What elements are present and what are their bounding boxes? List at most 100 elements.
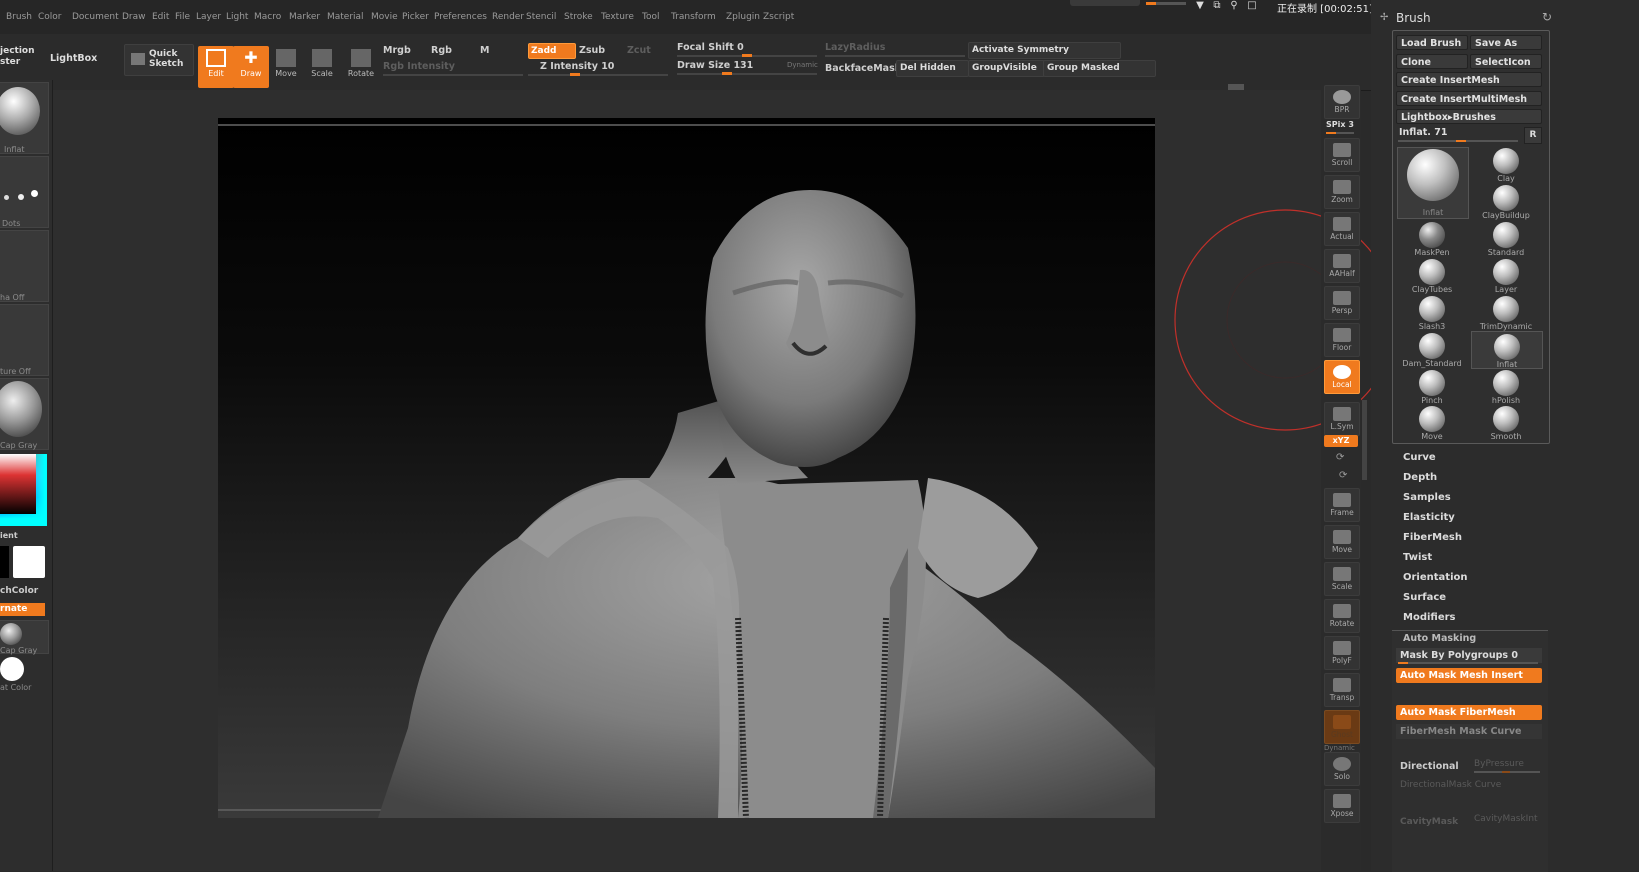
select-icon-button[interactable]: SelectIcon [1470, 54, 1542, 69]
mrgb-button[interactable]: Mrgb [383, 45, 411, 56]
menu-stroke[interactable]: Stroke [564, 12, 593, 22]
clone-button[interactable]: Clone [1396, 54, 1468, 69]
brush-palette-title[interactable]: Brush [1396, 11, 1431, 25]
dynamic-toggle[interactable]: Dynamic [787, 61, 818, 69]
region-icon[interactable]: □ [1246, 0, 1258, 11]
material-thumbnail[interactable] [0, 378, 49, 450]
brush-dam-standard[interactable]: Dam_Standard [1397, 331, 1467, 368]
rotate-button[interactable]: Rotate [343, 46, 379, 88]
create-insertmultimesh-button[interactable]: Create InsertMultiMesh [1396, 91, 1542, 106]
group-masked-button[interactable]: Group Masked [1043, 60, 1156, 77]
current-brush-thumbnail[interactable]: Inflat [1397, 147, 1469, 219]
frame-button[interactable]: Frame [1324, 488, 1360, 522]
lsym-button[interactable]: L.Sym [1324, 402, 1360, 436]
activate-symmetry-button[interactable]: Activate Symmetry [968, 42, 1121, 59]
brush-move[interactable]: Move [1397, 404, 1467, 441]
secondary-color-swatch[interactable] [0, 546, 9, 578]
pin-icon[interactable]: ✢ [1380, 12, 1388, 23]
create-insertmesh-button[interactable]: Create InsertMesh [1396, 72, 1542, 87]
menu-zplugin[interactable]: Zplugin [726, 12, 760, 22]
backface-mask-button[interactable]: BackfaceMask [825, 63, 901, 74]
z-intensity-knob[interactable] [570, 73, 580, 76]
section-orientation[interactable]: Orientation [1403, 572, 1468, 583]
zadd-button[interactable]: Zadd [528, 43, 576, 59]
dropdown-arrow-icon[interactable]: ▼ [1194, 0, 1206, 11]
rgb-intensity-track[interactable] [383, 74, 523, 76]
directional-mask-curve-button[interactable]: DirectionalMask Curve [1400, 780, 1501, 790]
section-samples[interactable]: Samples [1403, 492, 1451, 503]
menu-render[interactable]: Render [492, 12, 524, 22]
brush-inflat[interactable]: Inflat [1471, 331, 1543, 369]
focal-shift-knob[interactable] [742, 54, 752, 57]
draw-size-knob[interactable] [722, 72, 732, 75]
move-view-button[interactable]: Move [1324, 525, 1360, 559]
fibermesh-mask-curve-button[interactable]: FiberMesh Mask Curve [1396, 724, 1542, 739]
color-picker[interactable] [0, 454, 47, 526]
tray-divider[interactable] [1362, 400, 1367, 480]
transp-button[interactable]: Transp [1324, 673, 1360, 707]
xyz-button[interactable]: xYZ [1324, 435, 1358, 447]
rotate-axis-icon-2[interactable]: ⟳ [1339, 470, 1347, 481]
menu-stencil[interactable]: Stencil [526, 12, 556, 22]
cavity-mask-int-slider[interactable]: CavityMaskInt [1474, 814, 1538, 824]
menu-color[interactable]: Color [38, 12, 62, 22]
brush-clay[interactable]: Clay [1471, 146, 1541, 183]
rotate-view-button[interactable]: Rotate [1324, 599, 1360, 633]
alpha-thumbnail[interactable] [0, 230, 49, 302]
brush-thumbnail[interactable] [0, 82, 49, 154]
solo-button[interactable]: Solo [1324, 752, 1360, 786]
zoom-button[interactable]: Zoom [1324, 175, 1360, 209]
section-surface[interactable]: Surface [1403, 592, 1446, 603]
scroll-button[interactable]: Scroll [1324, 138, 1360, 172]
menu-zscript[interactable]: Zscript [763, 12, 794, 22]
stroke-thumbnail[interactable] [0, 156, 49, 228]
sculpt-canvas[interactable] [218, 118, 1155, 818]
brush-smooth[interactable]: Smooth [1471, 404, 1541, 441]
brush-pinch[interactable]: Pinch [1397, 368, 1467, 405]
color-square[interactable] [0, 454, 36, 514]
auto-mask-fibermesh-button[interactable]: Auto Mask FiberMesh [1396, 705, 1542, 720]
menu-document[interactable]: Document [72, 12, 119, 22]
rgb-button[interactable]: Rgb [431, 45, 452, 56]
brush-claybuildup[interactable]: ClayBuildup [1471, 183, 1541, 220]
current-brush-slider[interactable]: Inflat. 71 [1399, 127, 1447, 138]
z-intensity-track[interactable] [528, 74, 668, 76]
section-curve[interactable]: Curve [1403, 452, 1436, 463]
brush-claytubes[interactable]: ClayTubes [1397, 257, 1467, 294]
spix-slider[interactable]: SPix 3 [1326, 120, 1354, 129]
rgb-intensity-slider[interactable]: Rgb Intensity [383, 61, 455, 72]
menu-file[interactable]: File [175, 12, 190, 22]
focal-shift-slider[interactable]: Focal Shift 0 [677, 42, 744, 53]
edit-button[interactable]: Edit [198, 46, 234, 88]
actual-button[interactable]: Actual [1324, 212, 1360, 246]
xpose-button[interactable]: Xpose [1324, 789, 1360, 823]
current-brush-track[interactable] [1398, 140, 1518, 142]
ghost-button[interactable]: Ghost [1324, 710, 1360, 744]
menu-tool[interactable]: Tool [642, 12, 659, 22]
menu-movie[interactable]: Movie [371, 12, 398, 22]
section-depth[interactable]: Depth [1403, 472, 1437, 483]
group-visible-button[interactable]: GroupVisible [968, 60, 1045, 77]
lazy-radius-track[interactable] [825, 55, 965, 57]
lightbox-brushes-button[interactable]: Lightbox▸Brushes [1396, 109, 1542, 124]
quick-sketch-button[interactable]: Quick Sketch [124, 44, 194, 76]
brush-slash3[interactable]: Slash3 [1397, 294, 1467, 331]
r-button[interactable]: R [1524, 127, 1542, 144]
m-button[interactable]: M [480, 45, 489, 56]
alternate-button[interactable]: rnate [0, 603, 45, 616]
quicksave-slider[interactable] [1146, 2, 1186, 5]
floor-button[interactable]: Floor [1324, 323, 1360, 357]
quicksave-button[interactable] [1070, 0, 1140, 6]
section-modifiers[interactable]: Modifiers [1403, 612, 1456, 623]
menu-edit[interactable]: Edit [152, 12, 169, 22]
menu-preferences[interactable]: Preferences [434, 12, 487, 22]
brush-standard[interactable]: Standard [1471, 220, 1541, 257]
brush-trimdynamic[interactable]: TrimDynamic [1471, 294, 1541, 331]
search-icon[interactable]: ⚲ [1228, 0, 1240, 11]
del-hidden-button[interactable]: Del Hidden [896, 60, 969, 77]
menu-transform[interactable]: Transform [671, 12, 716, 22]
draw-size-slider[interactable]: Draw Size 131 [677, 60, 753, 71]
lightbox-button[interactable]: LightBox [50, 53, 97, 64]
by-pressure-button[interactable]: ByPressure [1474, 759, 1524, 769]
menu-brush[interactable]: Brush [6, 12, 32, 22]
